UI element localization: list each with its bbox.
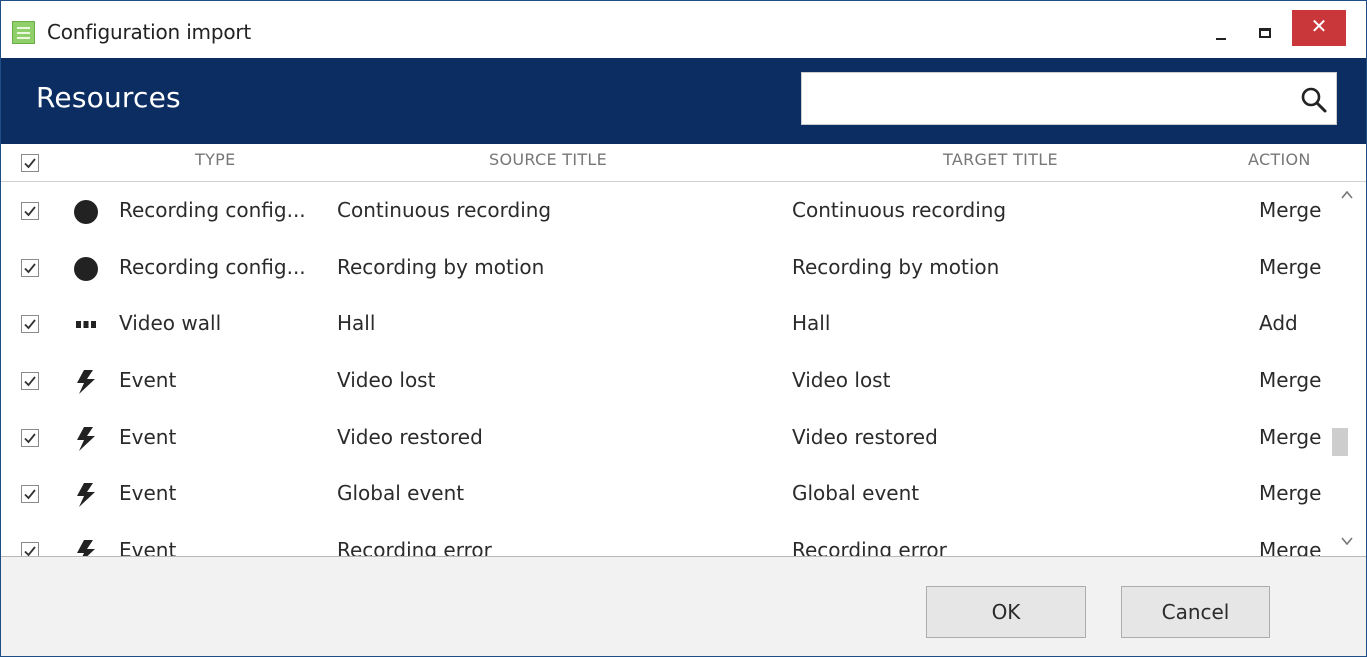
row-action[interactable]: Merge — [1259, 255, 1321, 279]
window-title: Configuration import — [47, 20, 252, 44]
row-action[interactable]: Merge — [1259, 538, 1321, 556]
cancel-button[interactable]: Cancel — [1121, 586, 1270, 638]
row-checkbox[interactable] — [21, 259, 39, 277]
row-type: Event — [119, 481, 177, 505]
circle-icon — [74, 257, 98, 281]
scrollbar-thumb[interactable] — [1332, 428, 1348, 456]
row-action[interactable]: Merge — [1259, 481, 1321, 505]
row-action[interactable]: Merge — [1259, 198, 1321, 222]
row-type: Event — [119, 538, 177, 556]
checkmark-icon — [24, 206, 36, 217]
row-checkbox[interactable] — [21, 372, 39, 390]
row-action[interactable]: Merge — [1259, 368, 1321, 392]
resources-header: Resources — [1, 58, 1366, 144]
close-button[interactable]: ✕ — [1292, 10, 1346, 46]
checkmark-icon — [24, 376, 36, 387]
checkmark-icon — [24, 546, 36, 556]
row-source-title: Continuous recording — [337, 198, 552, 222]
table-row[interactable]: Event Video restored Video restored Merg… — [1, 410, 1328, 466]
configuration-import-window: Configuration import ✕ Resources TYPE SO… — [0, 0, 1367, 657]
table-row[interactable]: Event Global event Global event Merge — [1, 466, 1328, 522]
row-checkbox[interactable] — [21, 202, 39, 220]
row-checkbox[interactable] — [21, 542, 39, 556]
lightning-icon — [77, 540, 95, 556]
row-checkbox[interactable] — [21, 485, 39, 503]
row-source-title: Hall — [337, 311, 376, 335]
column-type[interactable]: TYPE — [195, 150, 236, 169]
lightning-icon — [77, 483, 95, 507]
resource-list[interactable]: Recording config... Continuous recording… — [1, 183, 1328, 556]
table-row[interactable]: Video wall Hall Hall Add — [1, 296, 1328, 352]
video-wall-icon — [76, 321, 96, 328]
title-bar[interactable]: Configuration import ✕ — [1, 1, 1366, 58]
table-row[interactable]: Event Video lost Video lost Merge — [1, 353, 1328, 409]
table-row[interactable]: Recording config... Continuous recording… — [1, 183, 1328, 239]
minimize-button[interactable] — [1197, 11, 1243, 55]
lightning-icon — [77, 370, 95, 394]
maximize-icon — [1259, 28, 1271, 38]
row-target-title[interactable]: Recording error — [792, 538, 947, 556]
row-action[interactable]: Add — [1259, 311, 1298, 335]
row-type: Event — [119, 368, 177, 392]
search-box[interactable] — [801, 72, 1337, 125]
search-icon[interactable] — [1299, 85, 1329, 115]
checkmark-icon — [24, 158, 36, 169]
row-source-title: Recording error — [337, 538, 492, 556]
row-checkbox[interactable] — [21, 315, 39, 333]
row-source-title: Global event — [337, 481, 465, 505]
column-action[interactable]: ACTION — [1248, 150, 1311, 169]
row-action[interactable]: Merge — [1259, 425, 1321, 449]
minimize-icon — [1216, 38, 1226, 40]
row-type: Event — [119, 425, 177, 449]
row-target-title[interactable]: Video restored — [792, 425, 938, 449]
row-target-title[interactable]: Video lost — [792, 368, 890, 392]
column-source-title[interactable]: SOURCE TITLE — [489, 150, 607, 169]
checkmark-icon — [24, 433, 36, 444]
vertical-scrollbar[interactable] — [1328, 183, 1366, 556]
ok-button[interactable]: OK — [926, 586, 1086, 638]
row-source-title: Video restored — [337, 425, 483, 449]
row-type: Recording config... — [119, 198, 306, 222]
row-target-title[interactable]: Recording by motion — [792, 255, 999, 279]
column-header: TYPE SOURCE TITLE TARGET TITLE ACTION — [1, 144, 1366, 182]
table-row[interactable]: Recording config... Recording by motion … — [1, 240, 1328, 296]
search-input[interactable] — [810, 81, 1280, 117]
column-target-title[interactable]: TARGET TITLE — [943, 150, 1058, 169]
table-row[interactable]: Event Recording error Recording error Me… — [1, 523, 1328, 556]
page-title: Resources — [36, 81, 181, 114]
checkmark-icon — [24, 263, 36, 274]
app-icon — [12, 21, 35, 44]
dialog-footer: OK Cancel — [1, 556, 1366, 656]
row-source-title: Video lost — [337, 368, 436, 392]
row-source-title: Recording by motion — [337, 255, 545, 279]
row-checkbox[interactable] — [21, 429, 39, 447]
checkmark-icon — [24, 489, 36, 500]
select-all-checkbox[interactable] — [21, 154, 39, 172]
circle-icon — [74, 200, 98, 224]
close-icon: ✕ — [1310, 14, 1328, 38]
scroll-down-icon[interactable] — [1339, 533, 1355, 549]
row-type: Video wall — [119, 311, 222, 335]
maximize-button[interactable] — [1242, 11, 1288, 55]
row-target-title[interactable]: Continuous recording — [792, 198, 1006, 222]
row-type: Recording config... — [119, 255, 306, 279]
scroll-up-icon[interactable] — [1339, 187, 1355, 203]
row-target-title[interactable]: Hall — [792, 311, 830, 335]
row-target-title[interactable]: Global event — [792, 481, 919, 505]
checkmark-icon — [24, 319, 36, 330]
lightning-icon — [77, 427, 95, 451]
